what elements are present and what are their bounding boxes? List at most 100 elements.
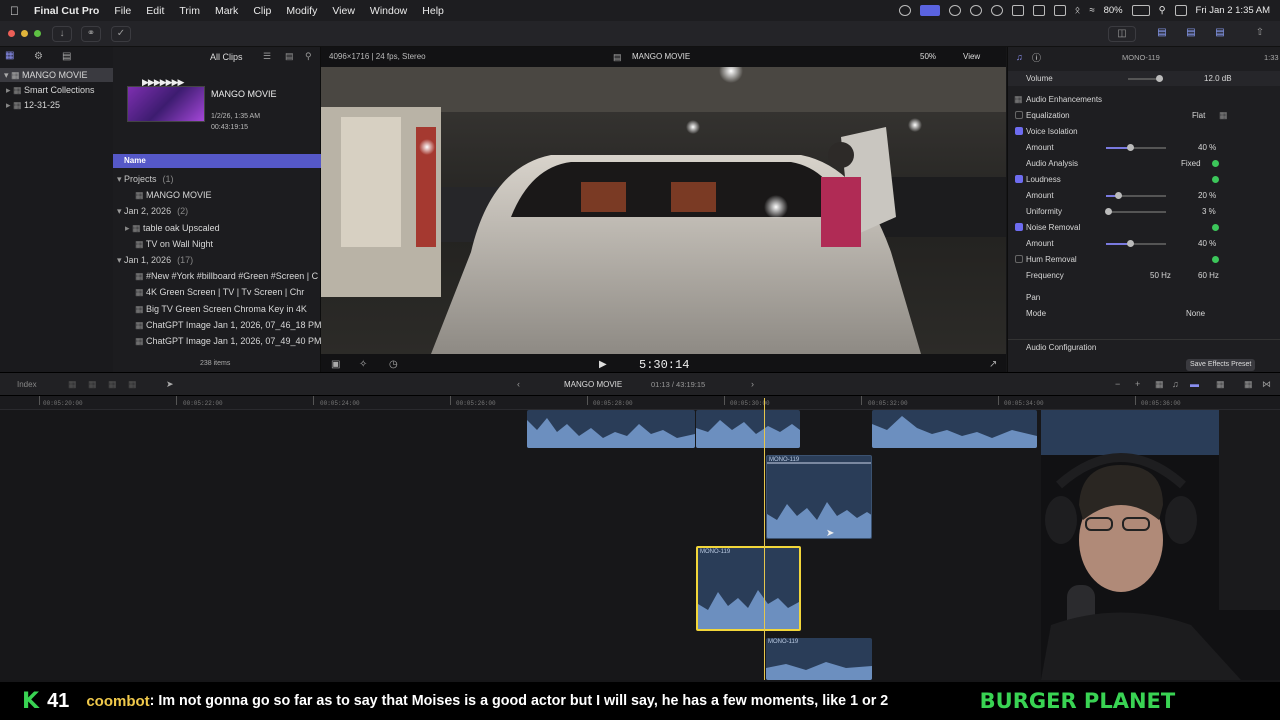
pan-header[interactable]: Pan	[1008, 290, 1280, 305]
save-effects-preset-button[interactable]: Save Effects Preset	[1186, 359, 1256, 371]
background-tasks-icon[interactable]: ✓	[111, 26, 131, 42]
voice-isolation-checkbox[interactable]	[1015, 127, 1023, 135]
list-item[interactable]: ▦ Big TV Green Screen Chroma Key in 4K	[113, 302, 321, 316]
audio-clip-mono-119[interactable]: MONO-119	[766, 638, 872, 680]
menu-file[interactable]: File	[114, 5, 131, 17]
menu-trim[interactable]: Trim	[179, 5, 200, 17]
library-icon[interactable]: ▦	[5, 50, 14, 61]
append-clip-icon[interactable]: ▦	[108, 379, 117, 390]
app-menu[interactable]: Final Cut Pro	[34, 5, 99, 17]
audio-clip[interactable]	[696, 410, 800, 448]
menu-view[interactable]: View	[332, 5, 355, 17]
pan-mode-menu[interactable]: None	[1186, 306, 1205, 321]
audio-inspector-icon[interactable]: ♫	[1016, 52, 1023, 62]
import-icon[interactable]: ↓	[52, 26, 72, 42]
section-projects[interactable]: ▾ Projects (1)	[113, 173, 321, 186]
keyword-icon[interactable]: ⚭	[81, 26, 101, 42]
slider-knob[interactable]	[1104, 208, 1112, 215]
name-column-header[interactable]: Name	[113, 154, 321, 168]
apple-menu-icon[interactable]: 	[10, 4, 19, 18]
equalization-checkbox[interactable]	[1015, 111, 1023, 119]
titles-icon[interactable]: ▤	[62, 51, 71, 62]
layout-timeline-icon[interactable]: ▤	[1182, 27, 1200, 40]
status-app-icon[interactable]	[898, 5, 911, 16]
menu-help[interactable]: Help	[422, 5, 444, 17]
timeline-project-menu[interactable]: MANGO MOVIE	[564, 380, 622, 389]
fullscreen-icon[interactable]: ↗	[989, 359, 997, 370]
timeline-ruler[interactable]: 00:05:20:00 00:05:22:00 00:05:24:00 00:0…	[0, 396, 1280, 410]
clip-appearance-icon[interactable]: ▤	[285, 51, 294, 62]
menu-mark[interactable]: Mark	[215, 5, 238, 17]
message-icon[interactable]	[1053, 5, 1066, 16]
control-center-icon[interactable]	[1174, 5, 1187, 16]
frequency-60hz-radio[interactable]: 60 Hz	[1198, 268, 1219, 283]
playhead[interactable]	[764, 398, 765, 680]
trim-icon[interactable]: ▦	[1155, 379, 1164, 390]
list-item[interactable]: ▦ 4K Green Screen | TV | Tv Screen | Chr	[113, 285, 321, 299]
section-jan-2-2026[interactable]: ▾ Jan 2, 2026 (2)	[113, 205, 321, 218]
slider-knob[interactable]	[1115, 192, 1122, 199]
eq-graph-icon[interactable]: ▦	[1219, 108, 1228, 123]
photos-icon[interactable]: ⚙	[34, 51, 43, 62]
close-window-button[interactable]	[8, 30, 15, 37]
layout-browser-icon[interactable]: ▤	[1153, 27, 1171, 40]
search-icon[interactable]: ⚲	[305, 51, 312, 62]
display-icon[interactable]	[1032, 5, 1045, 16]
noise-removal-slider[interactable]	[1106, 240, 1166, 247]
library-item-mango-movie[interactable]: ▾ ▦ MANGO MOVIE	[0, 68, 113, 82]
hum-removal-checkbox[interactable]	[1015, 255, 1023, 263]
volume-icon[interactable]	[1011, 5, 1024, 16]
list-item[interactable]: ▸ ▦ table oak Upscaled	[113, 221, 321, 235]
insert-clip-icon[interactable]: ▦	[88, 379, 97, 390]
menu-edit[interactable]: Edit	[146, 5, 164, 17]
volume-value[interactable]: 12.0 dB	[1204, 71, 1232, 86]
select-tool-icon[interactable]: ➤	[166, 379, 174, 390]
audio-clip[interactable]	[872, 410, 1037, 448]
search-icon[interactable]: ⚲	[1159, 5, 1166, 16]
index-button[interactable]: Index	[17, 380, 37, 389]
list-item[interactable]: ▦ #New #York #billboard #Green #Screen |…	[113, 269, 321, 283]
slider-knob[interactable]	[1127, 240, 1134, 247]
wifi-icon[interactable]: ≈	[1089, 5, 1094, 16]
timecode-display[interactable]: 5:30:14	[639, 358, 689, 372]
voice-isolation-slider[interactable]	[1106, 144, 1166, 151]
share-menu-icon[interactable]: ◫	[1108, 26, 1136, 42]
zoom-window-button[interactable]	[34, 30, 41, 37]
audio-monitor-icon[interactable]: ♫	[1172, 379, 1179, 389]
clip-appearance-icon[interactable]: ▦	[1216, 379, 1225, 390]
slider-knob[interactable]	[1127, 144, 1134, 151]
frequency-50hz-radio[interactable]: 50 Hz	[1150, 268, 1171, 283]
screen-record-icon[interactable]	[919, 5, 940, 16]
transform-icon[interactable]: ▣	[331, 359, 340, 370]
filter-menu[interactable]: All Clips	[210, 52, 243, 62]
loudness-slider[interactable]	[1106, 192, 1166, 199]
video-frame[interactable]	[321, 67, 1006, 354]
volume-slider[interactable]	[1128, 75, 1163, 82]
minimize-window-button[interactable]	[21, 30, 28, 37]
audio-clip-mono-119[interactable]: MONO-119	[766, 455, 872, 539]
audio-enhancements-header[interactable]: ▦ Audio Enhancements	[1008, 92, 1280, 107]
share-icon[interactable]: ⇧	[1250, 26, 1270, 42]
section-jan-1-2026[interactable]: ▾ Jan 1, 2026 (17)	[113, 254, 321, 267]
back-arrow-icon[interactable]: ‹	[517, 379, 520, 389]
play-icon[interactable]	[990, 5, 1003, 16]
clock-datetime[interactable]: Fri Jan 2 1:35 AM	[1196, 5, 1270, 16]
audio-clip[interactable]	[527, 410, 695, 448]
selected-audio-clip[interactable]: MONO-119	[696, 546, 801, 631]
list-item[interactable]: ▦ TV on Wall Night	[113, 237, 321, 251]
amount-value[interactable]: 40 %	[1198, 140, 1216, 155]
noise-removal-checkbox[interactable]	[1015, 223, 1023, 231]
list-view-icon[interactable]: ☰	[263, 51, 271, 62]
uniformity-slider[interactable]	[1104, 208, 1166, 215]
retime-icon[interactable]: ◷	[389, 359, 398, 370]
globe-icon[interactable]	[969, 5, 982, 16]
audio-config-row[interactable]: Audio Configuration	[1008, 339, 1280, 354]
menu-clip[interactable]: Clip	[253, 5, 271, 17]
transitions-browser-icon[interactable]: ⋈	[1262, 379, 1271, 390]
play-button[interactable]: ▶	[599, 359, 607, 370]
zoom-in-icon[interactable]: +	[1135, 379, 1140, 389]
skimming-icon[interactable]: ▬	[1190, 379, 1199, 389]
bluetooth-icon[interactable]: ᛟ	[1075, 5, 1081, 16]
list-item[interactable]: ▦ ChatGPT Image Jan 1, 2026, 07_46_18 PM	[113, 318, 321, 332]
project-thumbnail[interactable]: ▶▶▶▶▶▶▶	[127, 77, 205, 122]
